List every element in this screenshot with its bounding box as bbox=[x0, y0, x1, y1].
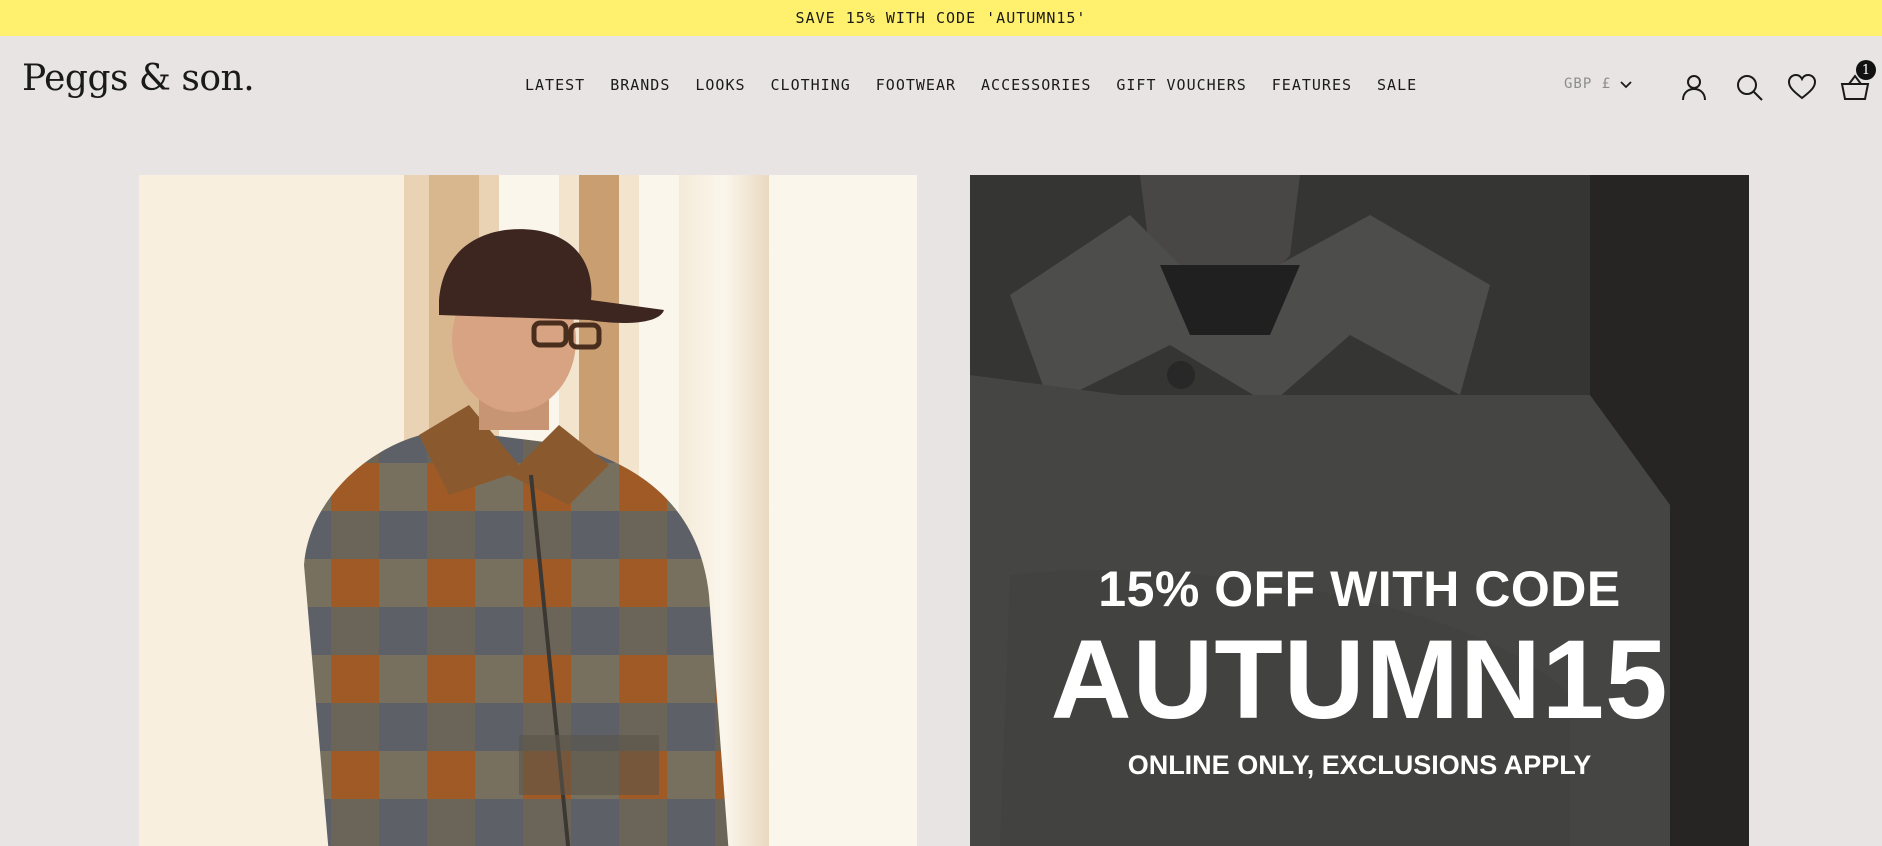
promo-disclaimer: ONLINE ONLY, EXCLUSIONS APPLY bbox=[1127, 750, 1592, 780]
hero-image-left[interactable] bbox=[139, 175, 917, 846]
nav-item-brands[interactable]: BRANDS bbox=[610, 76, 670, 94]
currency-label: GBP £ bbox=[1564, 76, 1612, 92]
search-icon[interactable] bbox=[1734, 72, 1764, 102]
site-header: Peggs & son. LATEST BRANDS LOOKS CLOTHIN… bbox=[0, 36, 1882, 136]
nav-item-gift-vouchers[interactable]: GIFT VOUCHERS bbox=[1116, 76, 1246, 94]
site-logo[interactable]: Peggs & son. bbox=[22, 58, 255, 99]
nav-item-features[interactable]: FEATURES bbox=[1272, 76, 1352, 94]
promo-bar[interactable]: SAVE 15% WITH CODE 'AUTUMN15' bbox=[0, 0, 1882, 36]
basket-icon[interactable]: 1 bbox=[1840, 60, 1876, 102]
nav-item-latest[interactable]: LATEST bbox=[525, 76, 585, 94]
nav-item-accessories[interactable]: ACCESSORIES bbox=[981, 76, 1091, 94]
chevron-down-icon bbox=[1620, 81, 1632, 89]
wishlist-heart-icon[interactable] bbox=[1787, 72, 1817, 102]
main-nav: LATEST BRANDS LOOKS CLOTHING FOOTWEAR AC… bbox=[525, 76, 1417, 94]
account-icon[interactable] bbox=[1679, 72, 1709, 102]
hero-photo-right bbox=[970, 175, 1749, 846]
nav-item-footwear[interactable]: FOOTWEAR bbox=[876, 76, 956, 94]
promo-bar-text: SAVE 15% WITH CODE 'AUTUMN15' bbox=[795, 9, 1087, 27]
nav-item-looks[interactable]: LOOKS bbox=[695, 76, 745, 94]
promo-headline: 15% OFF WITH CODE bbox=[1098, 561, 1621, 617]
hero-promo-banner[interactable]: 15% OFF WITH CODE AUTUMN15 ONLINE ONLY, … bbox=[970, 175, 1749, 846]
promo-code: AUTUMN15 bbox=[1050, 617, 1669, 742]
nav-item-sale[interactable]: SALE bbox=[1377, 76, 1417, 94]
basket-count-badge: 1 bbox=[1856, 60, 1876, 80]
currency-selector[interactable]: GBP £ bbox=[1564, 76, 1633, 92]
hero-photo-left bbox=[139, 175, 917, 846]
nav-item-clothing[interactable]: CLOTHING bbox=[771, 76, 851, 94]
